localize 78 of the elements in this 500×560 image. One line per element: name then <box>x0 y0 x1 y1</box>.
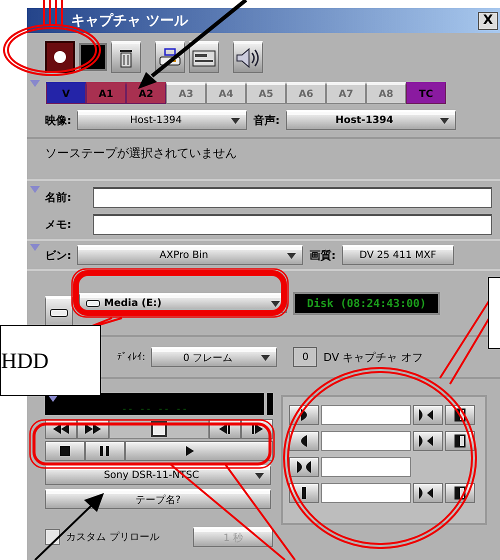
mark-out-icon <box>301 435 307 447</box>
mark-clip-field[interactable] <box>321 483 411 503</box>
pause-icon <box>100 446 110 456</box>
timecode-side-bar <box>267 393 273 415</box>
audio-source-dropdown[interactable]: Host-1394 <box>286 110 456 130</box>
audio-label: 音声: <box>253 112 280 128</box>
stop-button[interactable] <box>45 441 85 461</box>
deck-button[interactable] <box>189 41 219 73</box>
caret-icon <box>255 472 264 478</box>
play-icon <box>186 446 194 456</box>
pause-button[interactable] <box>85 441 125 461</box>
mark-in-field[interactable] <box>321 405 411 425</box>
track-button[interactable]: A1 <box>86 82 126 104</box>
callout-text: HDD <box>1 348 49 374</box>
close-button[interactable]: X <box>478 12 498 30</box>
video-source-dropdown[interactable]: Host-1394 <box>77 110 248 130</box>
mark-out-button[interactable] <box>289 431 319 451</box>
go-to-clip-button[interactable] <box>413 483 443 503</box>
mark-dur-icon <box>297 461 311 473</box>
timecode-display: -- -- -- -- <box>45 393 264 415</box>
disk-space-display: Disk (08:24:43:00) <box>293 292 440 314</box>
step-forward-icon <box>251 424 263 434</box>
track-button[interactable]: TC <box>406 82 446 104</box>
offset-field[interactable]: 0 <box>293 347 318 367</box>
bin-label: ビン: <box>45 248 72 262</box>
bin-dropdown[interactable]: AXPro Bin <box>77 245 304 265</box>
step-back-icon <box>219 424 231 434</box>
name-label: 名前: <box>45 190 72 205</box>
deck-icon <box>159 48 181 68</box>
stop-icon <box>60 446 70 456</box>
preroll-label: カスタム プリロール <box>66 530 160 544</box>
mark-out-field[interactable] <box>321 431 411 451</box>
fast-forward-icon <box>85 424 101 434</box>
caret-icon <box>287 252 296 258</box>
play-button[interactable] <box>125 441 273 461</box>
track-button[interactable]: A5 <box>246 82 286 104</box>
delay-dropdown[interactable]: 0 フレーム <box>151 347 278 367</box>
video-label: 映像: <box>45 112 72 128</box>
track-button[interactable]: V <box>46 82 86 104</box>
memo-field[interactable] <box>93 214 492 235</box>
trash-button[interactable] <box>111 41 141 73</box>
quality-label: 画質: <box>309 248 336 262</box>
callout-box <box>488 277 500 349</box>
track-button[interactable]: A7 <box>326 82 366 104</box>
drive-icon <box>86 300 100 307</box>
speaker-icon <box>235 47 261 69</box>
go-to-in-button[interactable] <box>413 405 443 425</box>
status-message: ソーステープが選択されていません <box>45 146 237 160</box>
memo-label: メモ: <box>45 217 72 232</box>
mark-in-icon <box>301 409 307 421</box>
pointer-arrow <box>34 493 104 560</box>
track-button[interactable]: A8 <box>366 82 406 104</box>
mark-clip-icon <box>302 487 306 499</box>
deck-icon <box>192 48 216 68</box>
tape-name-button[interactable]: テープ名? <box>45 489 271 509</box>
record-button[interactable] <box>45 41 75 73</box>
caret-icon <box>271 300 280 306</box>
caret-icon <box>261 354 270 360</box>
offset-label: DV キャプチャ オフ <box>323 350 424 364</box>
track-button[interactable]: A3 <box>166 82 206 104</box>
quality-button[interactable]: DV 25 411 MXF <box>342 245 454 265</box>
delay-label: ﾃﾞｨﾚｲ: <box>117 351 146 363</box>
record-icon <box>53 50 67 64</box>
window-title: キャプチャ ツール <box>71 12 188 30</box>
rewind-icon <box>53 424 69 434</box>
clear-out-icon <box>454 434 466 448</box>
name-field[interactable] <box>93 187 492 208</box>
track-button[interactable]: A6 <box>286 82 326 104</box>
mark-dur-field[interactable] <box>321 457 411 477</box>
mark-dur-button[interactable] <box>289 457 319 477</box>
track-button[interactable]: A2 <box>126 82 166 104</box>
speaker-button[interactable] <box>233 41 263 73</box>
trash-icon <box>119 48 133 68</box>
caret-icon <box>231 118 240 124</box>
track-button[interactable]: A4 <box>206 82 246 104</box>
go-to-out-button[interactable] <box>413 431 443 451</box>
drive-icon <box>50 308 68 316</box>
caret-icon <box>440 118 449 124</box>
